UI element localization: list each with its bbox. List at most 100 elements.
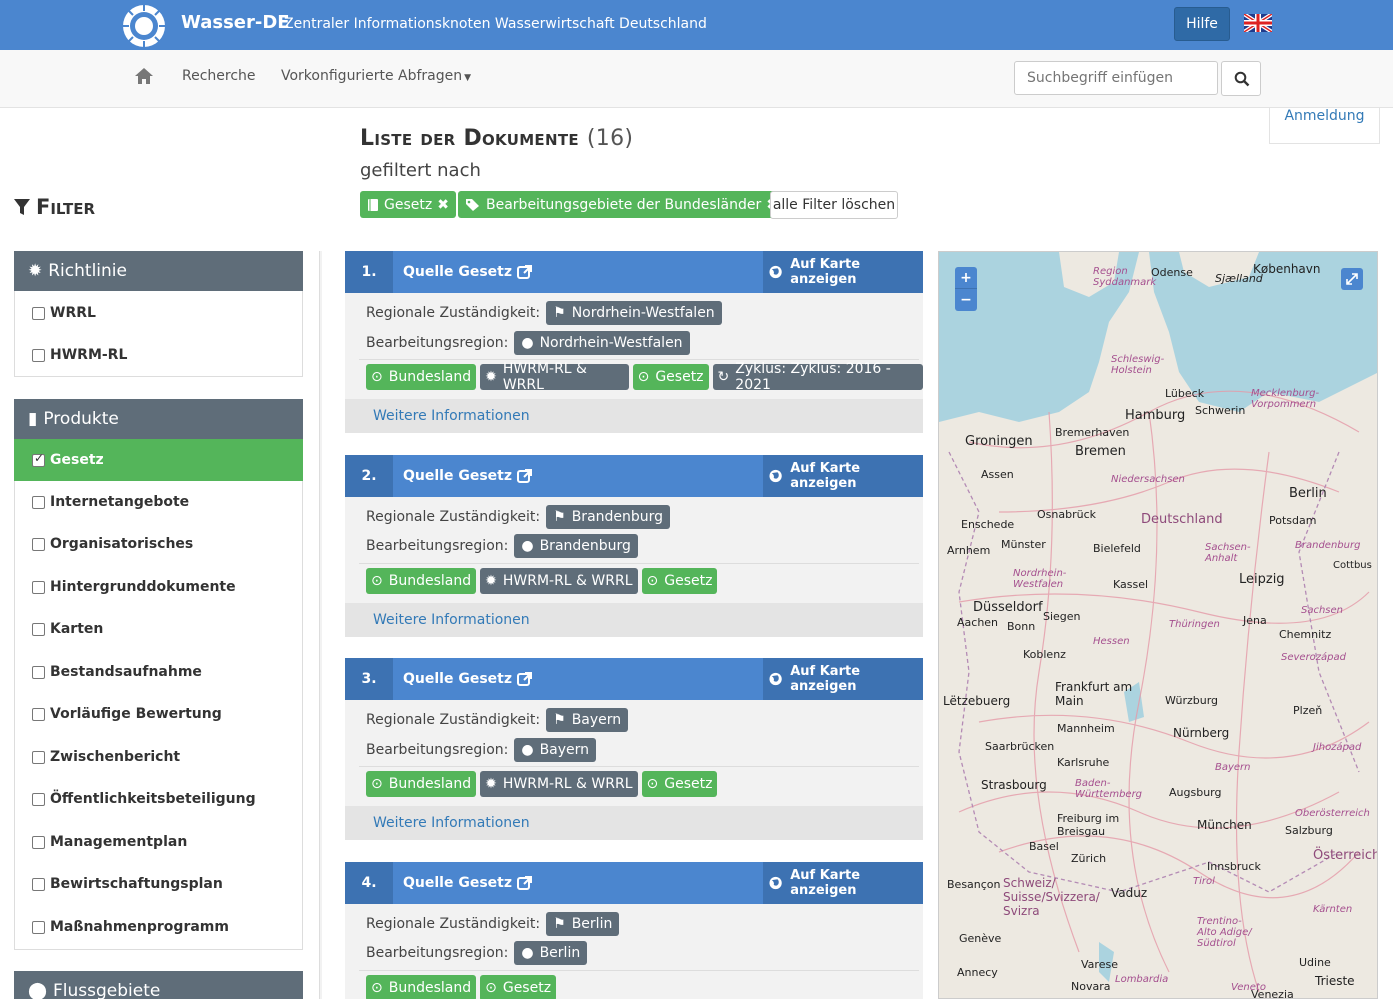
more-info-link[interactable]: Weitere Informationen: [345, 399, 923, 433]
checkbox[interactable]: [32, 750, 45, 764]
page-title-text: Liste der Dokumente: [360, 126, 579, 151]
active-filter-chip[interactable]: Bearbeitungsgebiete der Bundesländer ✖: [458, 191, 785, 218]
filter-item[interactable]: Vorläufige Bewertung: [14, 693, 303, 735]
filter-item[interactable]: Managementplan: [14, 821, 303, 863]
responsibility-row: Regionale Zuständigkeit: ⚑ Brandenburg: [366, 505, 671, 529]
map-panel[interactable]: + − København Sjælland Odense Region Syd…: [938, 251, 1378, 999]
map-label: Freiburg im Breisgau: [1057, 812, 1120, 838]
sidebar-scrollbar[interactable]: [319, 251, 322, 999]
zoom-in-button[interactable]: +: [955, 267, 977, 289]
checkbox[interactable]: [32, 877, 45, 891]
map-label: Annecy: [957, 966, 998, 979]
top-bar: Wasser-DE Zentraler Informationsknoten W…: [0, 0, 1393, 50]
nav-preconfigured-dropdown[interactable]: Vorkonfigurierte Abfragen ▼: [281, 68, 471, 84]
result-title[interactable]: Quelle Gesetz: [403, 671, 512, 687]
more-info-link[interactable]: Weitere Informationen: [345, 603, 923, 637]
map-label: København: [1253, 262, 1321, 276]
checkbox-checked[interactable]: [32, 451, 45, 467]
cycle-label: Zyklus: Zyklus: 2016 - 2021: [735, 361, 891, 393]
nav-research[interactable]: Recherche: [182, 68, 256, 84]
help-button[interactable]: Hilfe: [1174, 7, 1230, 41]
filter-item[interactable]: Bewirtschaftungsplan: [14, 863, 303, 905]
show-on-map-label: Auf Karte anzeigen: [790, 461, 861, 491]
group-header-flussgebiete[interactable]: ⬤ Flussgebiete: [14, 971, 303, 999]
tag-label: Bundesland: [388, 776, 472, 792]
region-value: Nordrhein-Westfalen: [539, 335, 683, 351]
checkbox[interactable]: [32, 707, 45, 721]
filter-item-gesetz[interactable]: Gesetz: [14, 439, 303, 481]
result-title[interactable]: Quelle Gesetz: [403, 264, 512, 280]
external-link-icon[interactable]: [517, 875, 533, 891]
result-card: 4. Quelle Gesetz Auf Karte anzeigen Regi…: [345, 862, 923, 999]
fullscreen-button[interactable]: [1341, 268, 1363, 290]
checkbox[interactable]: [32, 348, 45, 362]
home-icon[interactable]: [134, 66, 154, 86]
logo-icon[interactable]: [121, 3, 167, 49]
tag-label: Bundesland: [388, 573, 472, 589]
filter-item-hwrm-rl[interactable]: HWRM-RL: [14, 334, 303, 376]
filter-item-label: Internetangebote: [50, 494, 190, 510]
show-on-map-button[interactable]: Auf Karte anzeigen: [763, 455, 923, 497]
brand-subtitle: Zentraler Informationsknoten Wasserwirts…: [284, 16, 707, 32]
filter-item[interactable]: Öffentlichkeitsbeteiligung: [14, 778, 303, 820]
map-label: Bremen: [1075, 444, 1126, 459]
zoom-out-button[interactable]: −: [955, 289, 977, 311]
result-title[interactable]: Quelle Gesetz: [403, 875, 512, 891]
checkbox[interactable]: [32, 835, 45, 849]
show-on-map-button[interactable]: Auf Karte anzeigen: [763, 862, 923, 904]
map-label: Kassel: [1113, 578, 1149, 591]
checkbox[interactable]: [32, 665, 45, 679]
uk-flag-icon[interactable]: [1244, 14, 1272, 32]
region-row: Bearbeitungsregion: ● Brandenburg: [366, 534, 638, 558]
map-label: Hamburg: [1125, 408, 1186, 423]
login-link[interactable]: Anmeldung: [1269, 108, 1380, 144]
checkbox[interactable]: [32, 537, 45, 551]
checkbox[interactable]: [32, 622, 45, 636]
zoom-control: + −: [955, 267, 977, 311]
checkbox[interactable]: [32, 306, 45, 320]
filter-item[interactable]: Zwischenbericht: [14, 736, 303, 778]
clear-filters-button[interactable]: alle Filter löschen: [770, 191, 898, 219]
region-label: Bearbeitungsregion:: [366, 538, 509, 554]
brand-name[interactable]: Wasser-DE: [181, 12, 290, 33]
responsibility-badge: ⚑ Nordrhein-Westfalen: [546, 301, 722, 325]
checkbox[interactable]: [32, 580, 45, 594]
nav-bar: Recherche Vorkonfigurierte Abfragen ▼: [0, 50, 1393, 108]
search-button[interactable]: [1221, 61, 1261, 96]
map-label: Österreich: [1313, 848, 1378, 863]
tag-badge: ⊙ Bundesland: [366, 364, 477, 390]
result-number: 4.: [345, 862, 393, 904]
filter-item-label: Maßnahmenprogramm: [50, 919, 229, 935]
checkbox[interactable]: [32, 792, 45, 806]
filter-item[interactable]: Maßnahmenprogramm: [14, 906, 303, 948]
external-link-icon[interactable]: [517, 468, 533, 484]
filter-item[interactable]: Organisatorisches: [14, 523, 303, 565]
remove-filter-icon[interactable]: ✖: [437, 197, 449, 213]
map-label: Bremerhaven: [1055, 426, 1130, 439]
region-badge: ● Nordrhein-Westfalen: [514, 331, 690, 355]
group-header-label: Produkte: [43, 409, 119, 429]
checkbox[interactable]: [32, 495, 45, 509]
map-label: Schwerin: [1195, 404, 1246, 417]
checkbox[interactable]: [32, 920, 45, 934]
circle-dot-icon: ⊙: [646, 573, 659, 589]
filter-item[interactable]: Karten: [14, 608, 303, 650]
group-header-produkte[interactable]: ▮ Produkte: [14, 399, 303, 439]
more-info-link[interactable]: Weitere Informationen: [345, 806, 923, 840]
map-label: Münster: [1001, 538, 1046, 551]
result-title[interactable]: Quelle Gesetz: [403, 468, 512, 484]
external-link-icon[interactable]: [517, 264, 533, 280]
show-on-map-button[interactable]: Auf Karte anzeigen: [763, 658, 923, 700]
map-label: Hessen: [1093, 636, 1130, 647]
search-input[interactable]: [1014, 61, 1218, 95]
group-header-richtlinie[interactable]: ✹ Richtlinie: [14, 251, 303, 291]
filter-item[interactable]: Bestandsaufnahme: [14, 651, 303, 693]
external-link-icon[interactable]: [517, 671, 533, 687]
filter-item[interactable]: Internetangebote: [14, 481, 303, 523]
map-label: Trentino-Alto Adige/ Südtirol: [1197, 916, 1252, 949]
filter-item[interactable]: Hintergrunddokumente: [14, 566, 303, 608]
filter-icon: [14, 199, 30, 215]
active-filter-chip[interactable]: Gesetz ✖: [360, 191, 456, 218]
show-on-map-button[interactable]: Auf Karte anzeigen: [763, 251, 923, 293]
filter-item-wrrl[interactable]: WRRL: [14, 292, 303, 334]
